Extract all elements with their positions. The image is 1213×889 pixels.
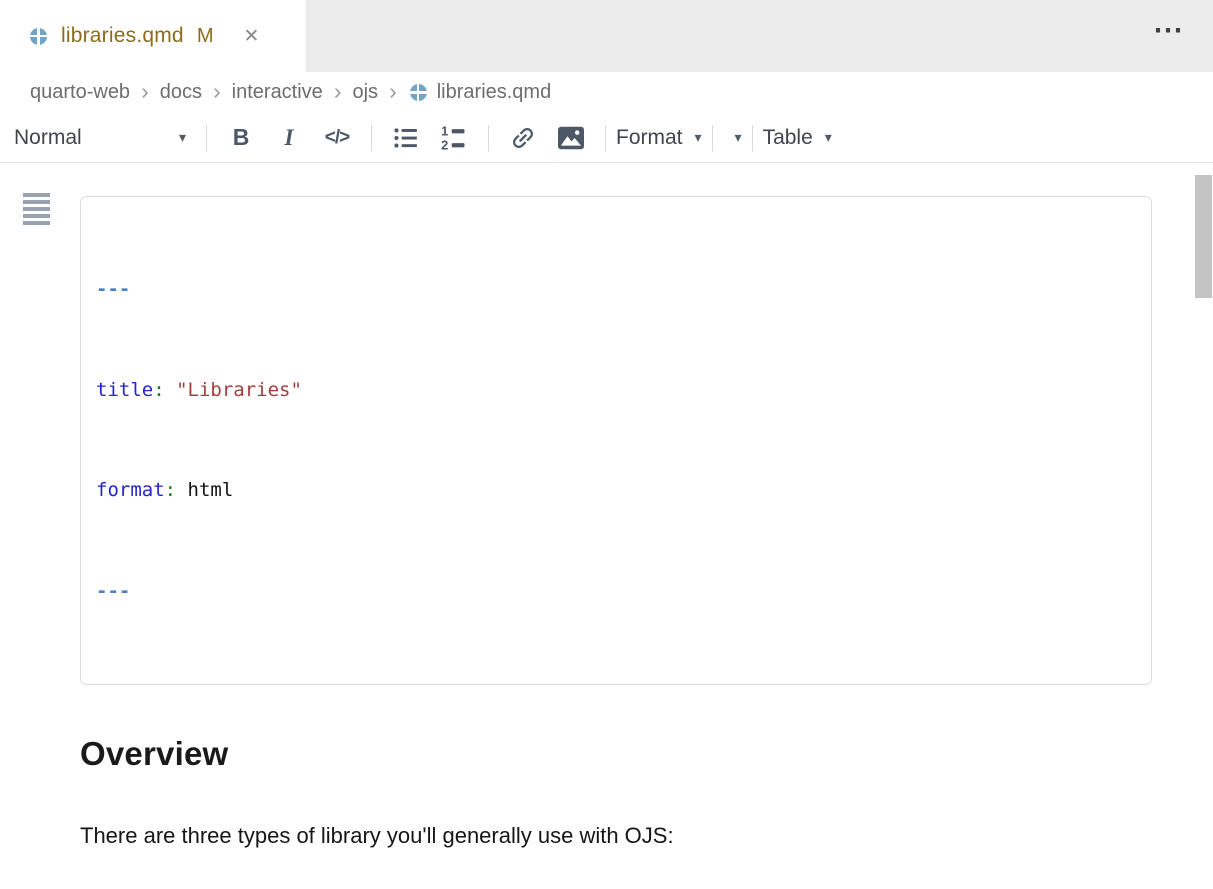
chevron-right-icon: › bbox=[334, 80, 342, 103]
toolbar-separator bbox=[206, 125, 207, 151]
table-menu-label: Table bbox=[763, 126, 813, 150]
italic-button[interactable]: I bbox=[265, 118, 313, 158]
yaml-value: html bbox=[176, 479, 233, 501]
link-icon bbox=[509, 124, 537, 152]
quarto-visual-editor-window: libraries.qmd M ✕ ⋯ quarto-web › docs › … bbox=[0, 0, 1213, 889]
yaml-delimiter: --- bbox=[96, 580, 130, 602]
chevron-down-icon: ▾ bbox=[695, 129, 702, 146]
editor-surface[interactable]: --- title: "Libraries" format: html --- … bbox=[0, 163, 1213, 889]
document-body: Overview There are three types of librar… bbox=[0, 735, 1213, 889]
yaml-key: format bbox=[96, 479, 165, 501]
link-button[interactable] bbox=[499, 118, 547, 158]
drag-handle-icon[interactable] bbox=[23, 193, 50, 227]
breadcrumb-item-file[interactable]: libraries.qmd bbox=[437, 81, 551, 104]
paragraph-style-value: Normal bbox=[14, 126, 82, 150]
heading-overview: Overview bbox=[80, 735, 1118, 773]
tab-title: libraries.qmd bbox=[61, 24, 184, 48]
svg-text:1: 1 bbox=[441, 124, 448, 139]
image-button[interactable] bbox=[547, 118, 595, 158]
bulleted-list-icon bbox=[391, 125, 421, 151]
chevron-down-icon: ▾ bbox=[179, 129, 186, 146]
yaml-delimiter: --- bbox=[96, 278, 130, 300]
more-actions-icon[interactable]: ⋯ bbox=[1153, 16, 1185, 46]
yaml-colon: : bbox=[165, 479, 176, 501]
bold-button[interactable]: B bbox=[217, 118, 265, 158]
svg-text:2: 2 bbox=[441, 137, 448, 151]
toolbar-separator bbox=[488, 125, 489, 151]
breadcrumb-item-interactive[interactable]: interactive bbox=[232, 81, 323, 104]
tab-bar: libraries.qmd M ✕ ⋯ bbox=[0, 0, 1213, 72]
breadcrumb-item-quarto-web[interactable]: quarto-web bbox=[30, 81, 130, 104]
yaml-key: title bbox=[96, 379, 153, 401]
formatting-toolbar: Normal ▾ B I </> 1 2 bbox=[0, 113, 1213, 163]
format-menu[interactable]: Format ▾ bbox=[616, 126, 702, 150]
numbered-list-button[interactable]: 1 2 bbox=[430, 118, 478, 158]
table-menu[interactable]: Table ▾ bbox=[763, 126, 832, 150]
breadcrumb-item-ojs[interactable]: ojs bbox=[352, 81, 378, 104]
intro-paragraph: There are three types of library you'll … bbox=[80, 820, 1118, 851]
breadcrumb-item-docs[interactable]: docs bbox=[160, 81, 202, 104]
quarto-file-icon bbox=[410, 84, 427, 101]
format-menu-label: Format bbox=[616, 126, 683, 150]
toolbar-separator bbox=[752, 125, 753, 151]
vertical-scrollbar-thumb[interactable] bbox=[1195, 175, 1212, 298]
paragraph-style-select[interactable]: Normal ▾ bbox=[14, 126, 196, 150]
insert-menu[interactable]: ▾ bbox=[723, 129, 742, 146]
toolbar-separator bbox=[712, 125, 713, 151]
chevron-down-icon: ▾ bbox=[735, 129, 742, 146]
chevron-right-icon: › bbox=[213, 80, 221, 103]
tab-libraries-qmd[interactable]: libraries.qmd M ✕ bbox=[0, 0, 306, 72]
chevron-right-icon: › bbox=[389, 80, 397, 103]
image-icon bbox=[556, 125, 586, 151]
toolbar-separator bbox=[371, 125, 372, 151]
yaml-value: "Libraries" bbox=[165, 379, 302, 401]
toolbar-separator bbox=[605, 125, 606, 151]
chevron-right-icon: › bbox=[141, 80, 149, 103]
inline-code-button[interactable]: </> bbox=[313, 118, 361, 158]
yaml-colon: : bbox=[153, 379, 164, 401]
close-icon[interactable]: ✕ bbox=[243, 27, 259, 46]
breadcrumb: quarto-web › docs › interactive › ojs › … bbox=[0, 72, 1213, 113]
bulleted-list-button[interactable] bbox=[382, 118, 430, 158]
numbered-list-icon: 1 2 bbox=[439, 124, 469, 152]
yaml-metadata-block[interactable]: --- title: "Libraries" format: html --- bbox=[80, 196, 1152, 685]
chevron-down-icon: ▾ bbox=[825, 129, 832, 146]
git-modified-badge: M bbox=[197, 25, 214, 48]
quarto-file-icon bbox=[30, 28, 47, 45]
